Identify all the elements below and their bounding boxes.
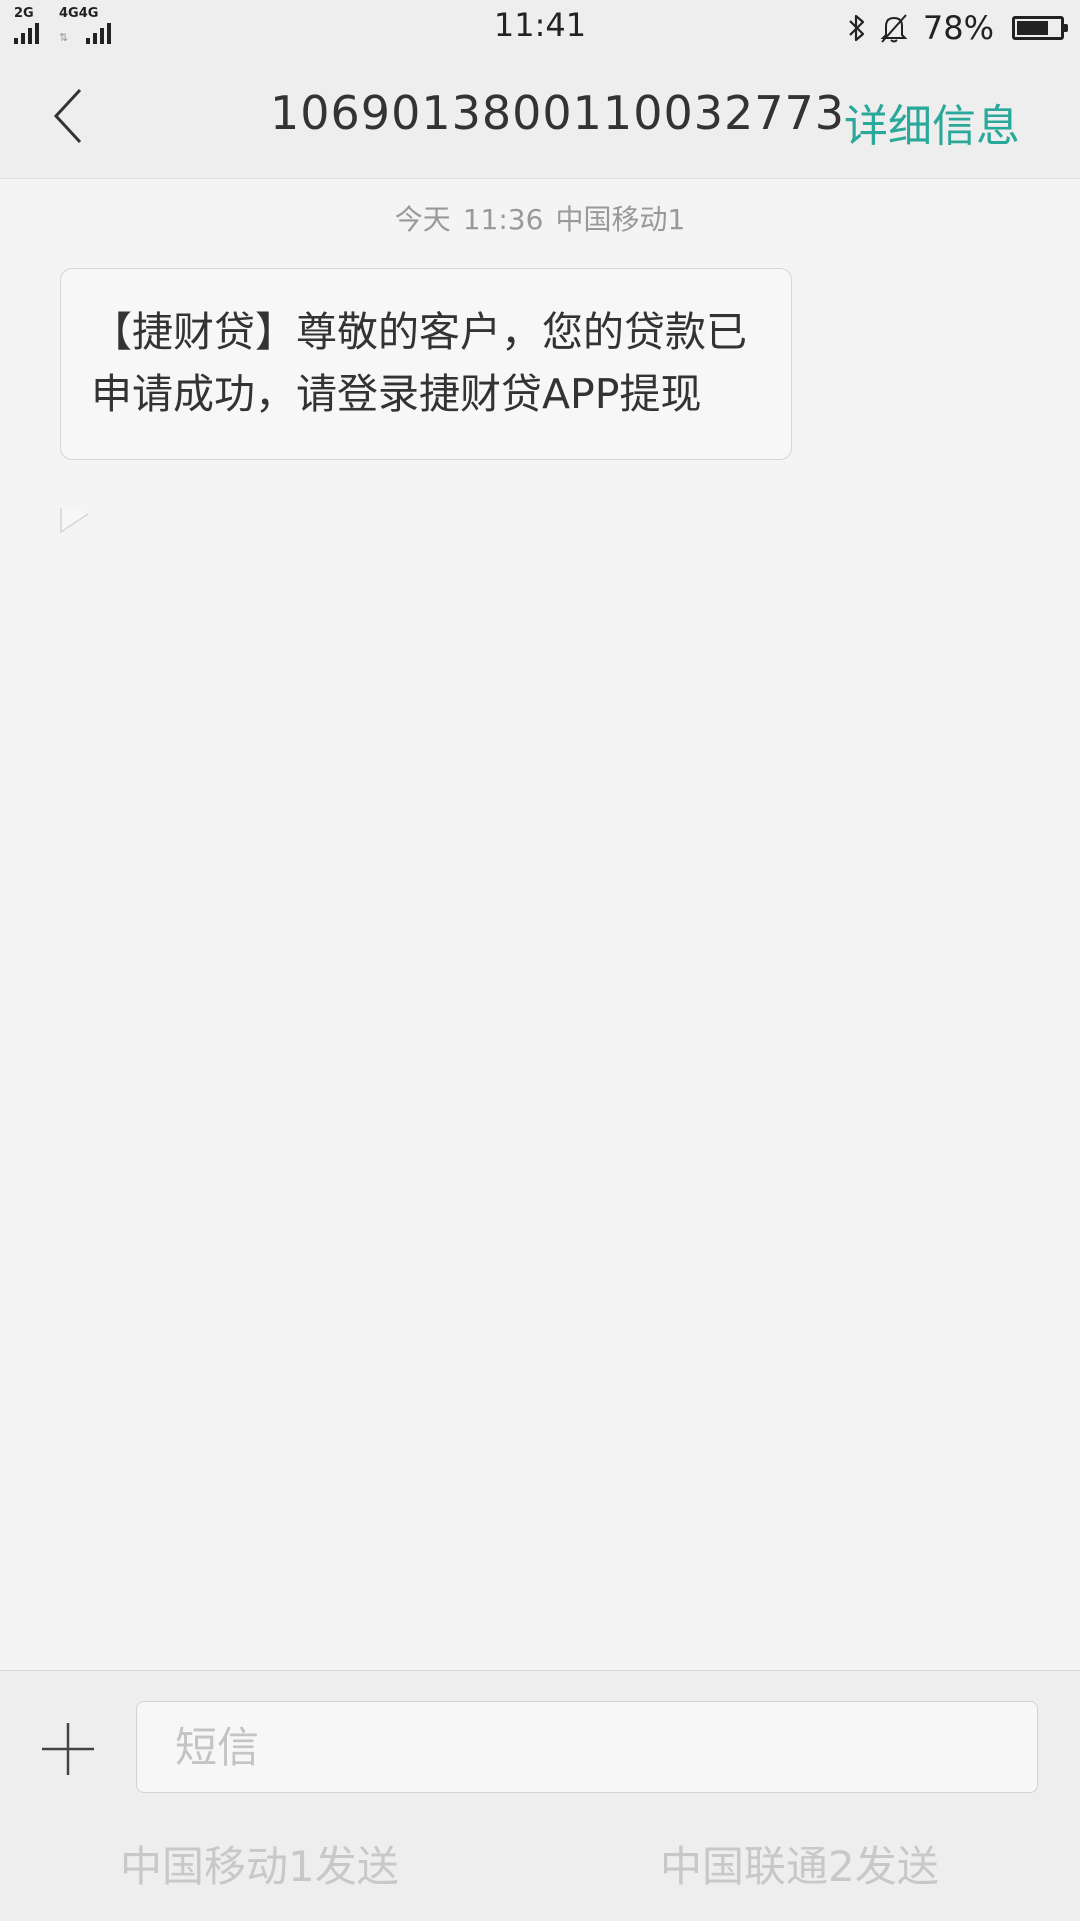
details-button[interactable]: 详细信息 <box>844 90 1020 154</box>
contact-number: 1069013800110032773 <box>270 86 846 140</box>
back-button[interactable] <box>36 84 100 148</box>
message-text: 【捷财贷】尊敬的客户，您的贷款已申请成功，请登录捷财贷APP提现 <box>91 308 747 418</box>
timestamp-sim: 中国移动1 <box>555 203 686 236</box>
chevron-left-icon <box>53 88 82 144</box>
send-sim2-button[interactable]: 中国联通2发送 <box>660 1833 939 1894</box>
message-bubble[interactable]: 【捷财贷】尊敬的客户，您的贷款已申请成功，请登录捷财贷APP提现 <box>60 268 792 460</box>
bell-muted-icon <box>879 12 909 44</box>
conversation-header: 1069013800110032773 详细信息 <box>0 56 1080 179</box>
bubble-tail <box>60 508 89 534</box>
battery-percentage: 78% <box>922 9 994 47</box>
timestamp-time: 11:36 <box>462 203 544 236</box>
composer-bar: 中国移动1发送 中国联通2发送 <box>0 1670 1080 1921</box>
battery-icon <box>1012 16 1068 40</box>
plus-icon <box>42 1723 94 1775</box>
bluetooth-icon <box>845 13 869 43</box>
message-input[interactable] <box>136 1701 1038 1793</box>
status-bar: 2G 4G4G ⇅ 11:41 78% <box>0 0 1080 56</box>
timestamp-day: 今天 <box>394 203 451 236</box>
add-attachment-button[interactable] <box>38 1719 98 1779</box>
send-sim1-button[interactable]: 中国移动1发送 <box>120 1833 399 1894</box>
status-icons: 78% <box>845 8 1068 48</box>
message-timestamp: 今天 11:36 中国移动1 <box>0 198 1080 238</box>
battery-level <box>1017 21 1048 35</box>
